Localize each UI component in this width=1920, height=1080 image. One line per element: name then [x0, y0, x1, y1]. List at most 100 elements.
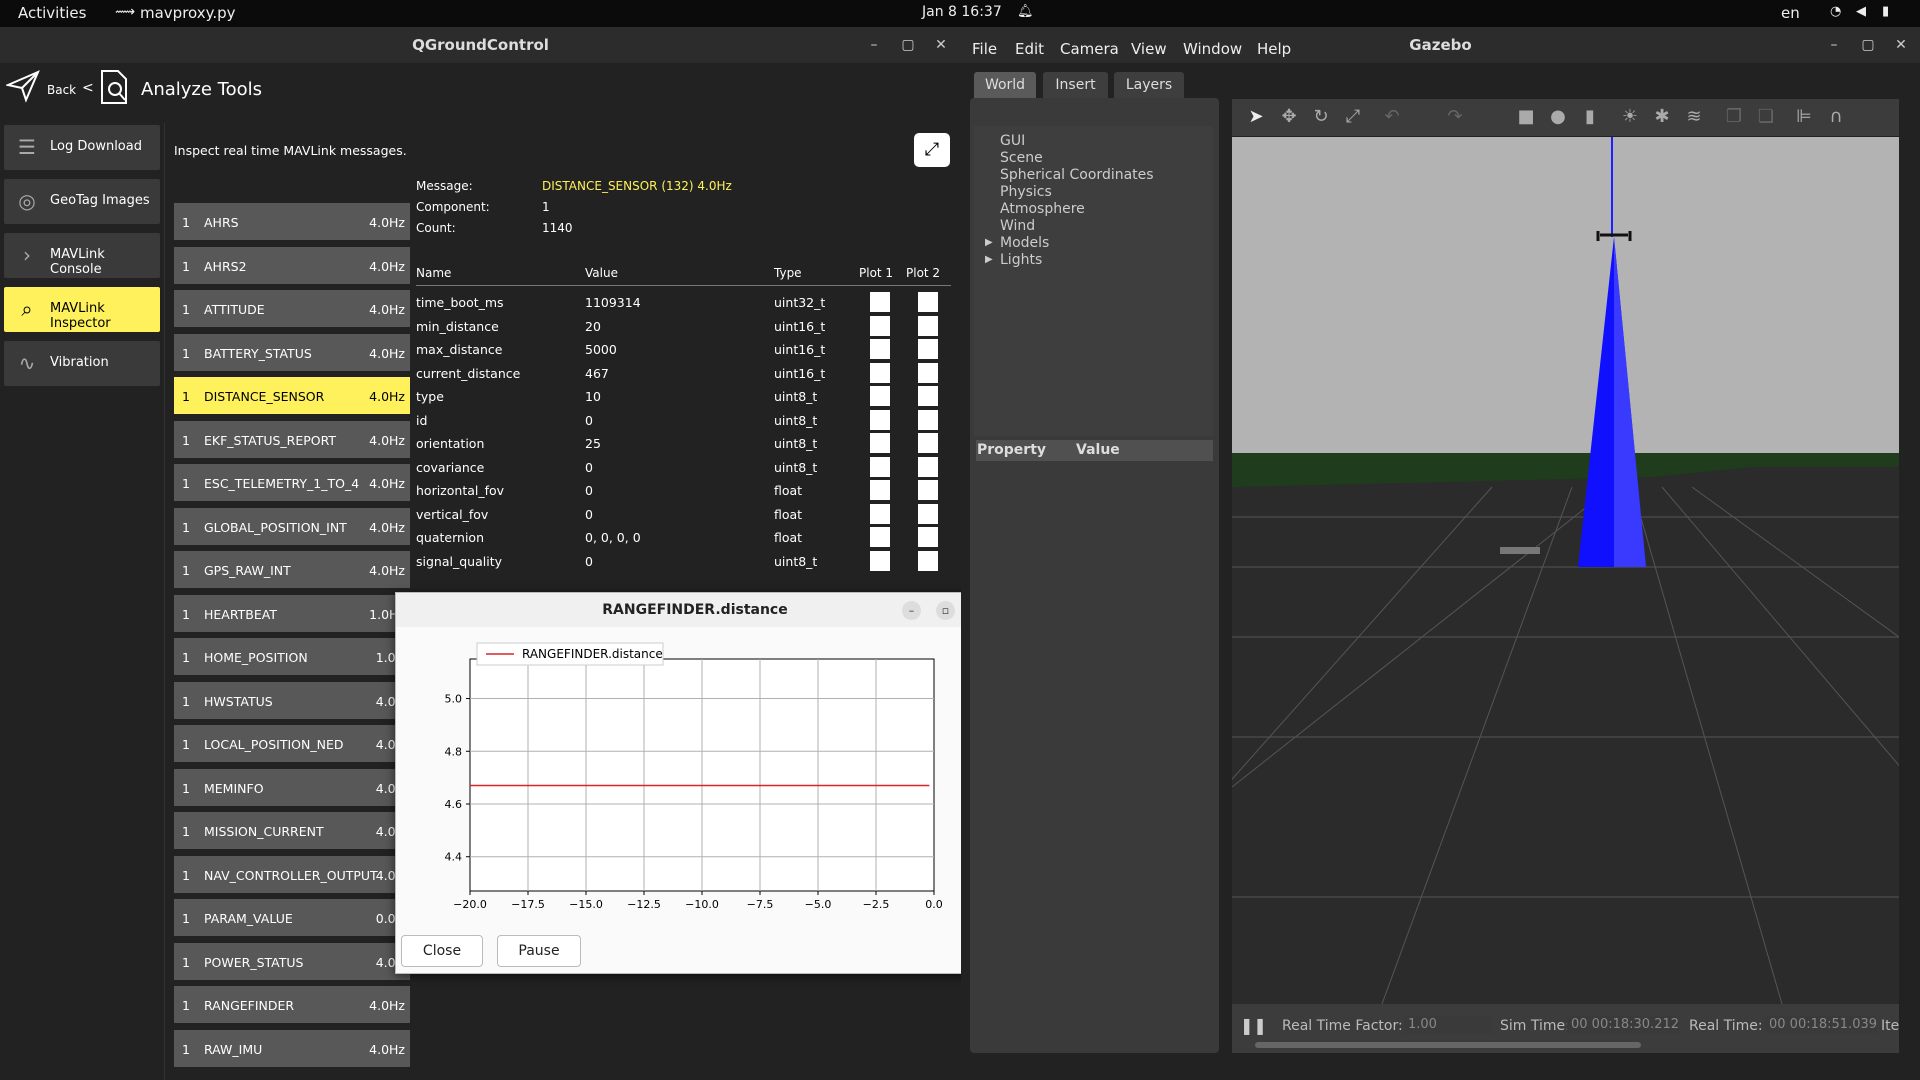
close-icon[interactable]: ✕ [1887, 27, 1915, 63]
maximize-icon[interactable]: ▢ [894, 27, 922, 63]
message-row[interactable]: 1 RAW_IMU 4.0Hz [174, 1029, 410, 1067]
tree-item-scene[interactable]: Scene [1000, 150, 1043, 166]
tree-item-wind[interactable]: Wind [1000, 218, 1035, 234]
maximize-icon[interactable]: ▢ [1854, 27, 1882, 63]
sidebar-item-log-download[interactable]: ☰ Log Download [4, 125, 160, 170]
paste-icon[interactable]: ❏ [1754, 105, 1778, 129]
tree-item-models[interactable]: Models [1000, 235, 1049, 251]
plot1-checkbox[interactable] [870, 550, 890, 571]
message-row[interactable]: 1 HWSTATUS 4.0H [174, 681, 410, 719]
tab-insert[interactable]: Insert [1043, 72, 1108, 98]
message-row[interactable]: 1 LOCAL_POSITION_NED 4.0H [174, 725, 410, 762]
plot2-checkbox[interactable] [918, 503, 938, 524]
menu-view[interactable]: View [1131, 40, 1167, 58]
pause-icon[interactable]: ❚❚ [1240, 1016, 1267, 1035]
menu-file[interactable]: File [972, 40, 997, 58]
tree-item-gui[interactable]: GUI [1000, 133, 1025, 149]
plot2-checkbox[interactable] [918, 550, 938, 571]
3d-viewport[interactable] [1232, 137, 1899, 1004]
app-menu[interactable]: mavproxy.py [140, 4, 236, 22]
message-row[interactable]: 1 MEMINFO 4.0H [174, 768, 410, 806]
tree-item-spherical-coordinates[interactable]: Spherical Coordinates [1000, 167, 1154, 183]
plot2-checkbox[interactable] [918, 527, 938, 547]
plot1-checkbox[interactable] [870, 503, 890, 524]
plot1-checkbox[interactable] [870, 409, 890, 430]
clock[interactable]: Jan 8 16:37 [922, 4, 1002, 20]
minimize-icon[interactable]: – [860, 27, 888, 63]
align-icon[interactable]: ⊫ [1792, 105, 1816, 129]
message-row[interactable]: 1 HEARTBEAT 1.0Hz [174, 594, 410, 632]
sphere-icon[interactable]: ● [1546, 105, 1570, 129]
back-button[interactable]: Back [47, 83, 76, 97]
message-row[interactable]: 1 HOME_POSITION 1.0H [174, 638, 410, 675]
sidebar-item-geotag-images[interactable]: ◎ GeoTag Images [4, 179, 160, 224]
plot1-checkbox[interactable] [870, 339, 890, 359]
message-row[interactable]: 1 ESC_TELEMETRY_1_TO_4 4.0Hz [174, 464, 410, 501]
message-row[interactable]: 1 PARAM_VALUE 0.0H [174, 899, 410, 936]
tab-layers[interactable]: Layers [1114, 72, 1184, 98]
wifi-icon[interactable]: ◔ [1830, 4, 1841, 19]
translate-icon[interactable]: ✥ [1277, 105, 1301, 129]
plot2-checkbox[interactable] [918, 292, 938, 312]
scale-icon[interactable]: ⤢ [1341, 105, 1365, 129]
plot1-checkbox[interactable] [870, 386, 890, 406]
undo-icon[interactable]: ↶ [1380, 105, 1404, 129]
copy-icon[interactable]: ❐ [1722, 105, 1746, 129]
menu-edit[interactable]: Edit [1015, 40, 1044, 58]
spot-light-icon[interactable]: ✱ [1650, 105, 1674, 129]
select-arrow-icon[interactable]: ➤ [1244, 105, 1268, 129]
message-row[interactable]: 1 POWER_STATUS 4.0H [174, 942, 410, 980]
menu-camera[interactable]: Camera [1060, 40, 1119, 58]
activities-button[interactable]: Activities [18, 4, 86, 22]
plot1-checkbox[interactable] [870, 456, 890, 477]
maximize-icon[interactable]: ▫ [936, 601, 955, 620]
message-row[interactable]: 1 GLOBAL_POSITION_INT 4.0Hz [174, 507, 410, 545]
plot1-checkbox[interactable] [870, 480, 890, 500]
plot1-checkbox[interactable] [870, 292, 890, 312]
message-row[interactable]: 1 NAV_CONTROLLER_OUTPUT 4.0H [174, 855, 410, 893]
redo-icon[interactable]: ↷ [1443, 105, 1467, 129]
plot1-checkbox[interactable] [870, 433, 890, 453]
plot2-checkbox[interactable] [918, 362, 938, 383]
minimize-icon[interactable]: – [902, 601, 921, 620]
point-light-icon[interactable]: ☀ [1618, 105, 1642, 129]
box-icon[interactable]: ■ [1514, 105, 1538, 129]
message-row[interactable]: 1 AHRS2 4.0Hz [174, 246, 410, 284]
sidebar-item-vibration[interactable]: ∿ Vibration [4, 341, 160, 386]
plot2-checkbox[interactable] [918, 315, 938, 336]
close-button[interactable]: Close [401, 935, 483, 967]
plot2-checkbox[interactable] [918, 409, 938, 430]
tree-item-lights[interactable]: Lights [1000, 252, 1042, 268]
popout-icon[interactable]: ⤢ [914, 133, 950, 167]
sidebar-item-mavlink-console[interactable]: › MAVLink Console [4, 233, 160, 278]
directional-light-icon[interactable]: ≋ [1682, 105, 1706, 129]
snap-icon[interactable]: ∩ [1824, 105, 1848, 129]
plot2-checkbox[interactable] [918, 433, 938, 453]
expand-arrow-icon[interactable]: ▶ [985, 254, 993, 265]
menu-window[interactable]: Window [1183, 40, 1242, 58]
language-indicator[interactable]: en [1781, 4, 1800, 22]
close-icon[interactable]: ✕ [927, 27, 955, 63]
message-row[interactable]: 1 AHRS 4.0Hz [174, 203, 410, 240]
sidebar-item-mavlink-inspector[interactable]: ⌕ MAVLink Inspector [4, 287, 160, 332]
minimize-icon[interactable]: – [1820, 27, 1848, 63]
plot1-checkbox[interactable] [870, 315, 890, 336]
pause-button[interactable]: Pause [497, 935, 581, 967]
paper-plane-icon[interactable] [4, 69, 40, 103]
plot2-checkbox[interactable] [918, 456, 938, 477]
battery-icon[interactable]: ▮ [1882, 4, 1889, 19]
plot2-checkbox[interactable] [918, 386, 938, 406]
volume-icon[interactable]: ◀︎ [1856, 4, 1866, 19]
message-row[interactable]: 1 GPS_RAW_INT 4.0Hz [174, 551, 410, 588]
expand-arrow-icon[interactable]: ▶ [985, 237, 993, 248]
message-row[interactable]: 1 BATTERY_STATUS 4.0Hz [174, 333, 410, 371]
message-row[interactable]: 1 RANGEFINDER 4.0Hz [174, 986, 410, 1023]
message-row[interactable]: 1 MISSION_CURRENT 4.0H [174, 812, 410, 849]
message-row[interactable]: 1 EKF_STATUS_REPORT 4.0Hz [174, 420, 410, 458]
message-row[interactable]: 1 DISTANCE_SENSOR 4.0Hz [174, 377, 410, 414]
horizontal-scrollbar[interactable] [1255, 1042, 1641, 1048]
cylinder-icon[interactable]: ▮ [1578, 105, 1602, 129]
plot2-checkbox[interactable] [918, 480, 938, 500]
tree-item-physics[interactable]: Physics [1000, 184, 1052, 200]
tab-world[interactable]: World [974, 72, 1036, 98]
